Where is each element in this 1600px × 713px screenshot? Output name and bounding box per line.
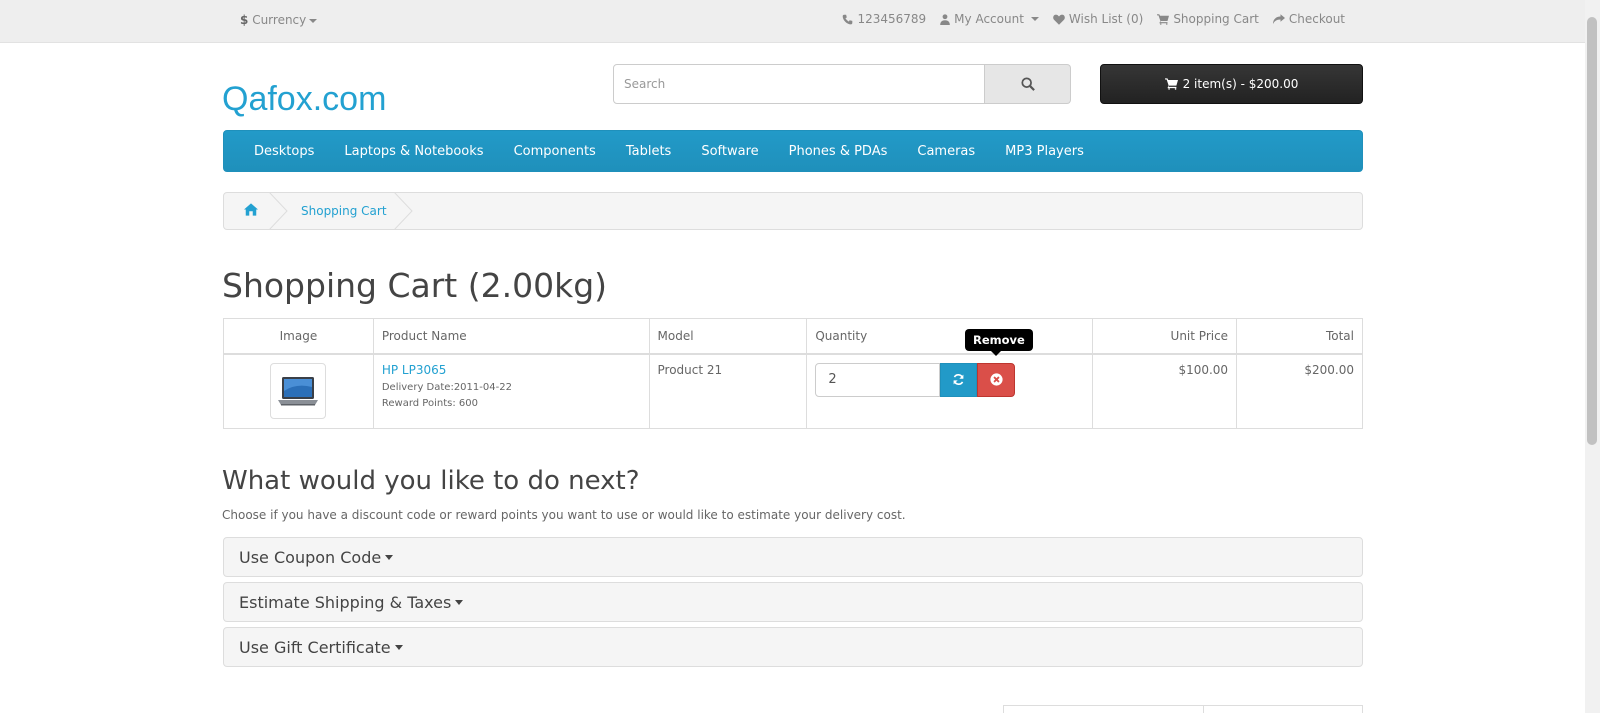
currency-dropdown[interactable]: $ Currency <box>240 13 318 27</box>
cart-table: Image Product Name Model Quantity Unit P… <box>223 318 1363 429</box>
currency-symbol: $ <box>240 13 249 27</box>
shipping-panel[interactable]: Estimate Shipping & Taxes <box>223 582 1363 622</box>
next-section-title: What would you like to do next? <box>222 466 640 496</box>
main-menu: Desktops Laptops & Notebooks Components … <box>223 130 1363 172</box>
totals-table-fragment <box>1003 705 1363 713</box>
logo[interactable]: Qafox.com <box>222 80 386 119</box>
gift-certificate-panel-title: Use Gift Certificate <box>239 637 391 657</box>
shopping-cart-label: Shopping Cart <box>1173 12 1259 26</box>
vertical-scrollbar[interactable] <box>1585 0 1600 713</box>
menu-item-desktops[interactable]: Desktops <box>254 144 314 159</box>
update-button[interactable] <box>940 362 978 397</box>
search-bar: Search <box>613 64 1071 104</box>
wish-list-link[interactable]: Wish List (0) <box>1053 12 1143 26</box>
menu-item-components[interactable]: Components <box>514 144 596 159</box>
remove-button[interactable] <box>977 362 1016 397</box>
refresh-icon <box>953 374 964 385</box>
currency-label: Currency <box>252 13 307 27</box>
table-header-row: Image Product Name Model Quantity Unit P… <box>223 318 1363 355</box>
cart-total-label: 2 item(s) - $200.00 <box>1182 77 1299 91</box>
phone-icon <box>843 14 853 24</box>
unit-price: $100.00 <box>1092 353 1238 429</box>
product-thumbnail[interactable] <box>270 362 327 419</box>
share-icon <box>1272 13 1285 24</box>
menu-item-mp3-players[interactable]: MP3 Players <box>1005 144 1084 159</box>
line-total: $200.00 <box>1236 353 1363 429</box>
column-header-model: Model <box>648 318 808 355</box>
breadcrumb-separator <box>269 192 288 230</box>
product-name-link[interactable]: HP LP3065 <box>382 363 641 377</box>
column-header-total: Total <box>1236 318 1363 355</box>
phone-label: 123456789 <box>857 12 927 26</box>
checkout-link[interactable]: Checkout <box>1272 12 1345 26</box>
my-account-dropdown[interactable]: My Account <box>940 12 1039 26</box>
wish-list-label: Wish List (0) <box>1068 12 1144 26</box>
phone-link[interactable]: 123456789 <box>842 12 926 26</box>
top-links: 123456789 My Account Wish List (0) Shopp… <box>842 12 1345 26</box>
search-icon <box>1020 77 1035 91</box>
gift-certificate-panel[interactable]: Use Gift Certificate <box>223 627 1363 667</box>
coupon-panel-title: Use Coupon Code <box>239 547 382 567</box>
caret-down-icon <box>1030 17 1039 21</box>
quantity-input[interactable]: 2 <box>815 362 941 397</box>
product-model: Product 21 <box>648 353 808 429</box>
menu-item-software[interactable]: Software <box>701 144 758 159</box>
menu-item-laptops-notebooks[interactable]: Laptops & Notebooks <box>344 144 483 159</box>
next-section-description: Choose if you have a discount code or re… <box>222 508 906 522</box>
home-icon[interactable] <box>244 203 258 219</box>
laptop-image <box>278 376 319 405</box>
menu-item-phones-pdas[interactable]: Phones & PDAs <box>789 144 888 159</box>
search-button[interactable] <box>985 64 1071 104</box>
caret-down-icon <box>309 18 318 23</box>
delivery-date: Delivery Date:2011-04-22 <box>381 381 512 393</box>
breadcrumb-item-shopping-cart[interactable]: Shopping Cart <box>301 204 387 218</box>
page-title: Shopping Cart (2.00kg) <box>222 266 608 305</box>
column-header-product-name: Product Name <box>372 318 650 355</box>
reward-points: Reward Points: 600 <box>381 397 478 409</box>
breadcrumb-separator <box>394 192 413 230</box>
top-bar: $ Currency 123456789 My Account Wish Lis… <box>0 0 1585 43</box>
cart-total-button[interactable]: 2 item(s) - $200.00 <box>1100 64 1363 104</box>
scrollbar-thumb[interactable] <box>1587 17 1597 445</box>
checkout-label: Checkout <box>1288 12 1345 26</box>
menu-item-cameras[interactable]: Cameras <box>917 144 975 159</box>
caret-down-icon <box>394 644 403 650</box>
column-header-quantity: Quantity <box>806 318 1094 355</box>
heart-icon <box>1053 14 1065 25</box>
column-header-image: Image <box>223 318 374 355</box>
coupon-panel[interactable]: Use Coupon Code <box>223 537 1363 577</box>
remove-circle-icon <box>990 373 1003 386</box>
shipping-panel-title: Estimate Shipping & Taxes <box>239 592 452 612</box>
my-account-label: My Account <box>954 12 1024 26</box>
breadcrumb: Shopping Cart <box>223 192 1363 230</box>
caret-down-icon <box>455 599 464 605</box>
remove-tooltip: Remove <box>965 329 1033 356</box>
menu-item-tablets[interactable]: Tablets <box>626 144 672 159</box>
cart-icon <box>1164 78 1178 90</box>
user-icon <box>940 13 950 25</box>
quantity-group: 2 <box>815 362 1016 397</box>
caret-down-icon <box>385 554 394 560</box>
cart-icon <box>1157 13 1170 25</box>
column-header-unit-price: Unit Price <box>1092 318 1238 355</box>
table-row: HP LP3065 Delivery Date:2011-04-22 Rewar… <box>223 353 1363 429</box>
shopping-cart-link[interactable]: Shopping Cart <box>1157 12 1259 26</box>
search-input[interactable]: Search <box>613 64 985 104</box>
